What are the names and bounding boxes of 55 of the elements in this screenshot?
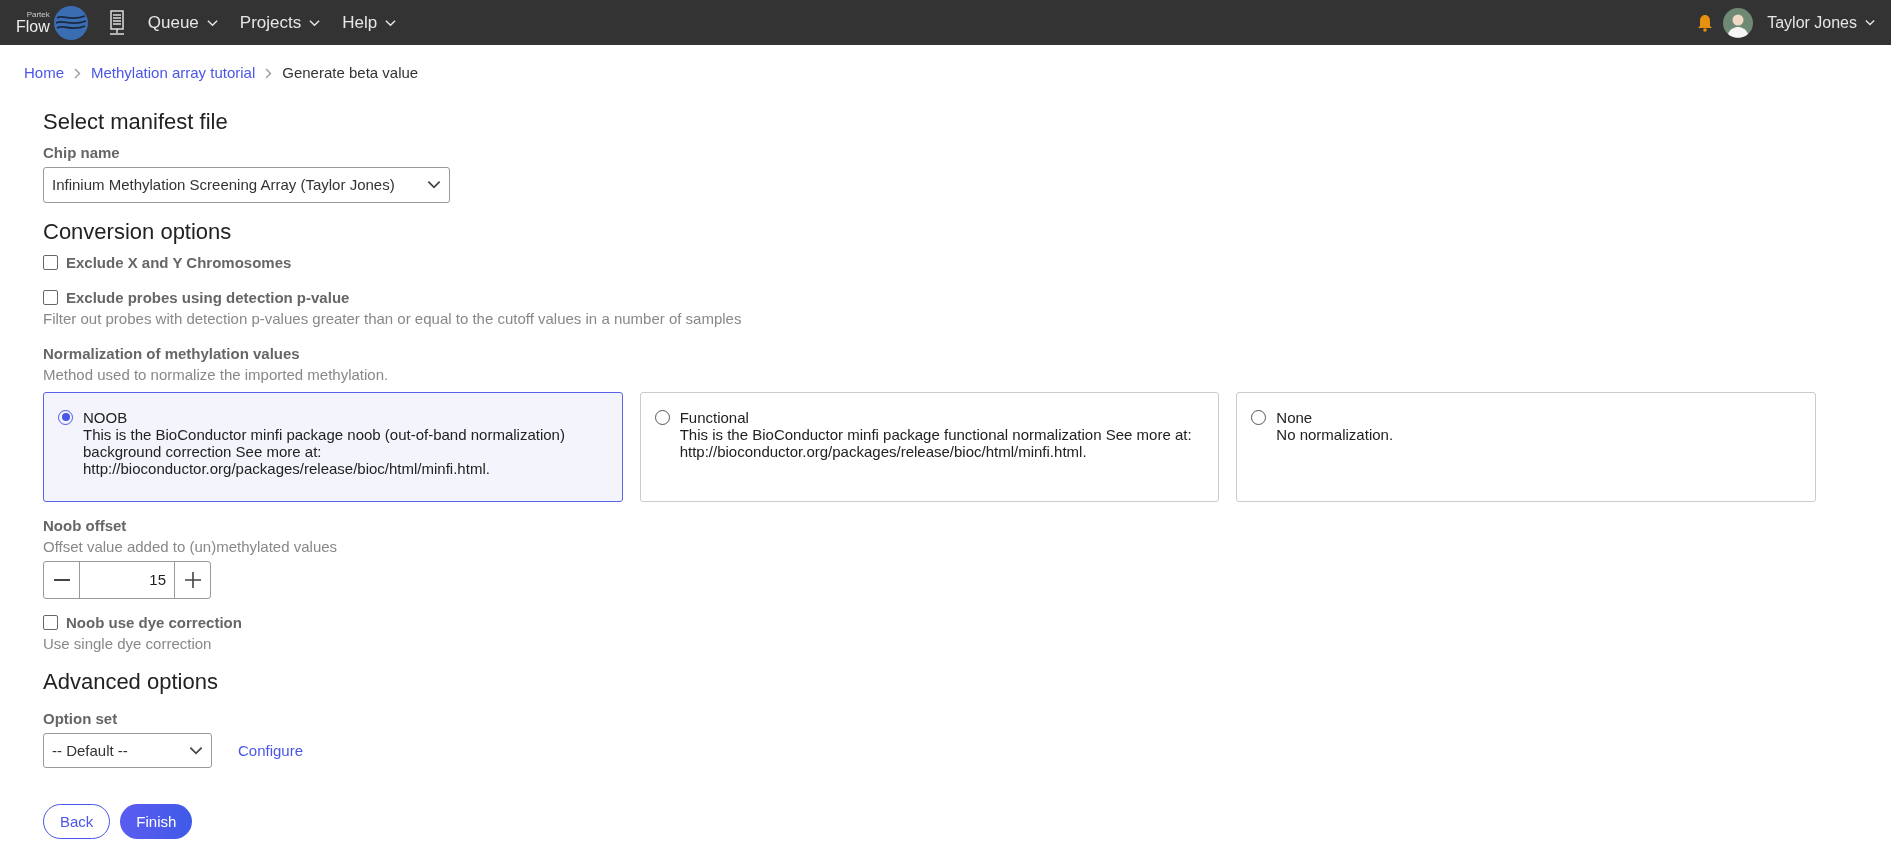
checkbox-label: Exclude probes using detection p-value: [66, 287, 350, 307]
chevron-down-icon: [206, 18, 218, 27]
user-menu[interactable]: Taylor Jones: [1767, 10, 1875, 35]
finish-button[interactable]: Finish: [120, 803, 193, 839]
option-set-select[interactable]: -- Default --: [43, 732, 212, 768]
field-label: Noob offset: [43, 515, 128, 535]
hint-text: Method used to normalize the imported methylation.: [43, 364, 390, 384]
option-title: NOOB: [83, 408, 129, 426]
chip-select[interactable]: Infinium Methylation Screening Array (Taylor Jones): [43, 166, 450, 203]
radio-card[interactable]: None No normalization.: [1236, 391, 1816, 502]
nav-menu[interactable]: Help: [342, 9, 397, 36]
breadcrumb-link[interactable]: Home: [24, 62, 64, 85]
nav-menu[interactable]: Queue: [147, 9, 218, 36]
server-icon[interactable]: [107, 9, 126, 36]
checkbox[interactable]: [43, 289, 58, 305]
option-title: Functional: [679, 408, 750, 426]
radio-card[interactable]: Functional This is the BioConductor minfi package functional normalization See more at: http://bioconductor.org/packages/release/bioc/html/minfi.html.: [639, 391, 1220, 502]
chevron-down-icon: [427, 180, 441, 189]
option-description: This is the BioConductor minfi package noob (out-of-band normalization) background correction See more at: http://bioconductor.org/packages/release/bioc/html/minfi.html.: [83, 425, 566, 477]
plus-icon: [184, 571, 201, 588]
bell-icon[interactable]: [1697, 13, 1714, 32]
breadcrumb-current: Generate beta value: [282, 63, 419, 83]
configure-link[interactable]: Configure: [238, 740, 304, 760]
avatar-icon[interactable]: [1723, 7, 1754, 38]
chevron-down-icon: [1865, 19, 1875, 26]
field-label: Normalization of methylation values: [43, 343, 301, 363]
nav-menu[interactable]: Projects: [239, 9, 321, 36]
checkbox[interactable]: [43, 614, 58, 630]
chevron-right-icon: [74, 67, 81, 79]
option-description: This is the BioConductor minfi package functional normalization See more at: http://bioconductor.org/packages/release/bioc/html/minfi.html.: [679, 425, 1193, 460]
back-button[interactable]: Back: [43, 803, 111, 839]
number-field[interactable]: 15: [80, 561, 174, 598]
logo-subtitle: Partek: [26, 10, 50, 19]
field-label: Chip name: [43, 142, 121, 162]
section-heading: Conversion options: [43, 218, 233, 245]
breadcrumb-link[interactable]: Methylation array tutorial: [91, 62, 256, 85]
minus-icon: [53, 578, 70, 581]
section-heading: Advanced options: [43, 668, 219, 695]
hint-text: Offset value added to (un)methylated values: [43, 536, 339, 556]
checkbox-label: Noob use dye correction: [66, 612, 242, 632]
hint-text: Use single dye correction: [43, 633, 213, 653]
chevron-down-icon: [189, 745, 203, 755]
option-description: No normalization.: [1276, 425, 1394, 443]
chevron-down-icon: [309, 18, 321, 27]
section-heading: Select manifest file: [43, 108, 229, 135]
checkbox[interactable]: [43, 254, 58, 270]
wave-globe-icon: [53, 5, 88, 40]
hint-text: Filter out probes with detection p-values greater than or equal to the cutoff values in a number of samples: [43, 308, 743, 328]
field-label: Option set: [43, 708, 119, 728]
option-title: None: [1276, 408, 1314, 426]
checkbox-label: Exclude X and Y Chromosomes: [66, 252, 292, 272]
logo-text: Flow: [16, 18, 50, 35]
chevron-right-icon: [265, 67, 273, 79]
chevron-down-icon: [385, 18, 397, 27]
radio-card[interactable]: NOOB This is the BioConductor minfi package noob (out-of-band normalization) background correction See more at: http://bioconductor.org/packages/release/bioc/html/minfi.html.: [43, 391, 623, 502]
